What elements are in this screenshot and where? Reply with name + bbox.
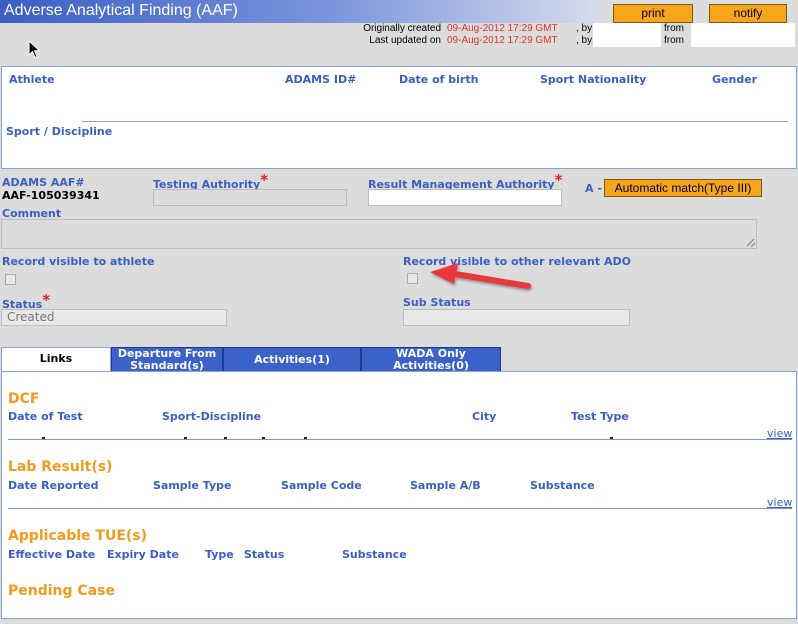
status-field[interactable]: Created xyxy=(1,309,227,326)
updated-label: Last updated on xyxy=(369,35,441,46)
dcf-col-sport: Sport-Discipline xyxy=(162,410,262,423)
tab-departure-from-standards[interactable]: Departure From Standard(s) xyxy=(111,347,223,372)
dob-label: Date of birth xyxy=(399,73,479,86)
dcf-col-date: Date of Test xyxy=(8,410,83,423)
mouse-cursor-icon xyxy=(28,40,41,59)
notify-button[interactable]: notify xyxy=(709,4,787,23)
updated-by-value xyxy=(593,35,661,47)
tab-activities[interactable]: Activities(1) xyxy=(223,347,361,372)
sport-discipline-label: Sport / Discipline xyxy=(6,125,113,138)
created-date: 09-Aug-2012 17:29 GMT xyxy=(447,23,558,34)
created-from-value xyxy=(691,23,795,35)
adams-aaf-label: ADAMS AAF# xyxy=(2,176,85,189)
comment-textarea[interactable] xyxy=(1,219,757,249)
dcf-divider xyxy=(8,439,792,440)
lab-divider xyxy=(8,508,792,509)
visible-ado-checkbox[interactable] xyxy=(407,273,418,284)
updated-date: 09-Aug-2012 17:29 GMT xyxy=(447,35,558,46)
annotation-arrow-icon xyxy=(430,263,531,289)
athlete-label: Athlete xyxy=(9,73,55,86)
dcf-col-test-type: Test Type xyxy=(571,410,629,423)
sub-status-label: Sub Status xyxy=(403,296,471,309)
created-from-label: from xyxy=(664,23,684,34)
lab-col-date: Date Reported xyxy=(8,479,99,492)
resize-handle-icon[interactable] xyxy=(747,239,755,247)
created-by-value xyxy=(593,23,661,35)
a-label: A - xyxy=(585,182,602,195)
required-marker: * xyxy=(42,291,51,309)
lab-view-link[interactable]: view xyxy=(767,496,792,509)
updated-by-label: , by xyxy=(576,35,593,46)
lab-col-sample-code: Sample Code xyxy=(281,479,362,492)
gender-label: Gender xyxy=(712,73,758,86)
adams-id-label: ADAMS ID# xyxy=(285,73,357,86)
lab-col-substance: Substance xyxy=(530,479,595,492)
created-by-label: , by xyxy=(576,23,593,34)
dcf-col-city: City xyxy=(472,410,497,423)
dcf-heading: DCF xyxy=(8,391,40,407)
required-marker: * xyxy=(260,171,269,189)
updated-from-label: from xyxy=(664,35,684,46)
tue-col-expiry: Expiry Date xyxy=(107,548,179,561)
lab-col-sample-type: Sample Type xyxy=(153,479,232,492)
lab-results-heading: Lab Result(s) xyxy=(8,459,113,475)
title-bar: Adverse Analytical Finding (AAF) xyxy=(0,0,600,23)
testing-authority-field[interactable] xyxy=(153,189,347,206)
athlete-panel: Athlete ADAMS ID# Date of birth Sport Na… xyxy=(1,66,797,169)
tab-links[interactable]: Links xyxy=(1,347,111,372)
visible-athlete-checkbox[interactable] xyxy=(5,274,16,285)
athlete-divider xyxy=(82,121,788,122)
lab-col-sample-ab: Sample A/B xyxy=(410,479,481,492)
tab-wada-only-activities[interactable]: WADA Only Activities(0) xyxy=(361,347,501,372)
tue-col-substance: Substance xyxy=(342,548,407,561)
automatic-match-button[interactable]: Automatic match(Type III) xyxy=(604,179,762,197)
links-panel: DCF Date of Test Sport-Discipline City T… xyxy=(1,371,797,619)
tue-col-type: Type xyxy=(205,548,234,561)
sub-status-field[interactable] xyxy=(403,309,630,326)
created-label: Originally created xyxy=(363,23,441,34)
required-marker: * xyxy=(554,171,563,189)
rma-field[interactable] xyxy=(368,189,562,206)
updated-from-value xyxy=(691,35,795,47)
sport-nationality-label: Sport Nationality xyxy=(540,73,647,86)
print-button[interactable]: print xyxy=(613,4,693,23)
page-title: Adverse Analytical Finding (AAF) xyxy=(4,2,238,19)
tue-col-effective: Effective Date xyxy=(8,548,96,561)
adams-aaf-value: AAF-105039341 xyxy=(2,189,100,202)
dcf-view-link[interactable]: view xyxy=(767,427,792,440)
pending-case-heading: Pending Case xyxy=(8,583,115,599)
visible-athlete-label: Record visible to athlete xyxy=(2,255,155,268)
tue-heading: Applicable TUE(s) xyxy=(8,528,148,544)
tue-col-status: Status xyxy=(244,548,285,561)
